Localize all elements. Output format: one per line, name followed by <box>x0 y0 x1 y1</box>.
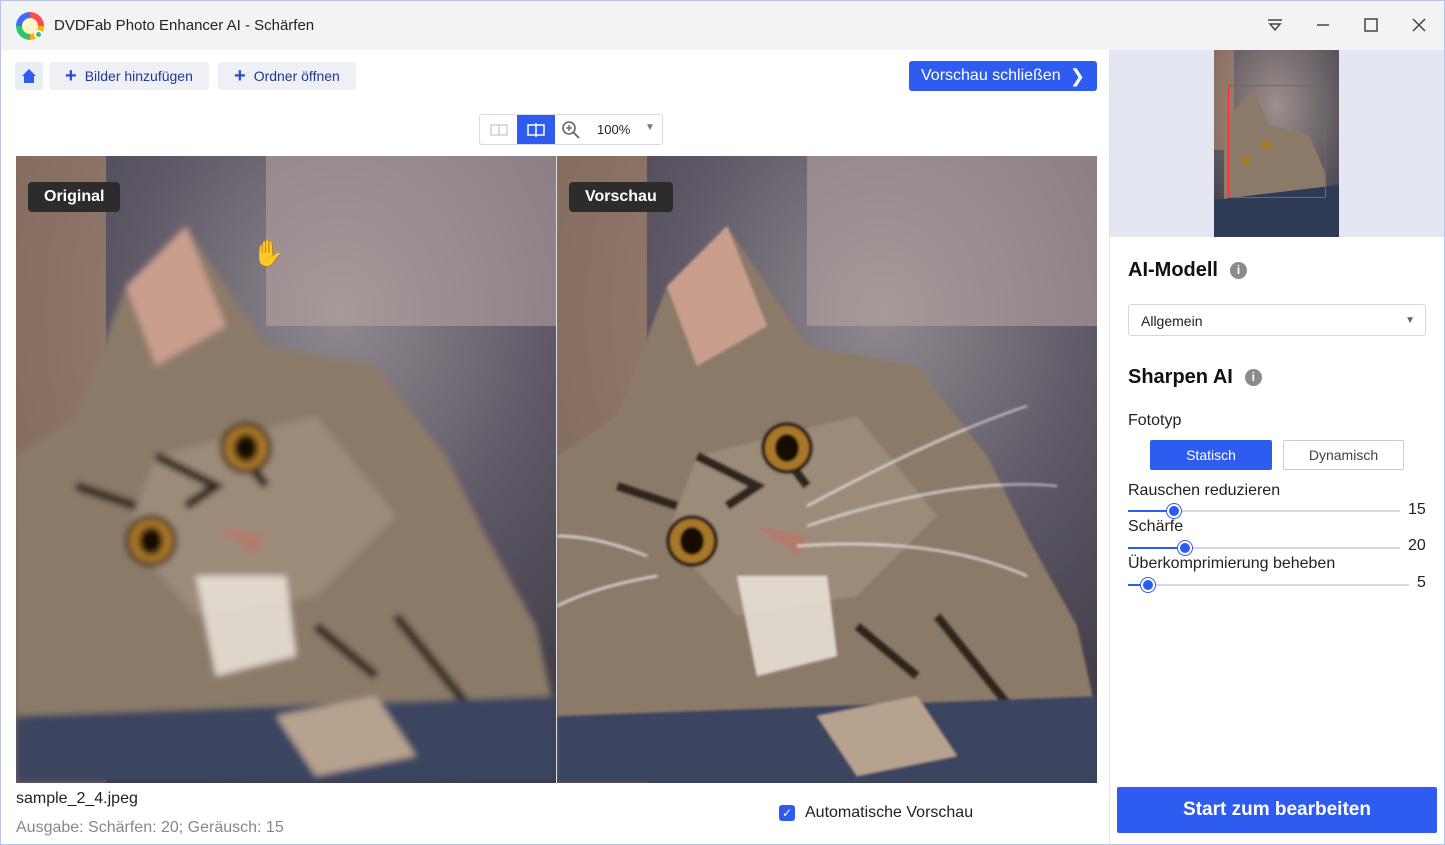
original-photo <box>16 156 556 783</box>
home-button[interactable] <box>15 62 43 90</box>
maximize-icon[interactable] <box>1357 11 1385 39</box>
ai-model-title-text: AI-Modell <box>1128 259 1218 281</box>
navigator <box>1110 50 1444 237</box>
close-icon[interactable] <box>1405 11 1433 39</box>
auto-preview-label: Automatische Vorschau <box>805 804 974 821</box>
photo-type-label: Fototyp <box>1128 412 1182 429</box>
minimize-icon[interactable] <box>1309 11 1337 39</box>
zoom-icon[interactable] <box>561 120 581 140</box>
info-icon[interactable]: i <box>1230 262 1247 280</box>
info-icon[interactable]: i <box>1244 369 1262 387</box>
dropdown-menu-icon[interactable] <box>1261 11 1289 39</box>
ai-model-select[interactable]: Allgemein ▼ <box>1128 304 1426 336</box>
window-title: DVDFab Photo Enhancer AI - Schärfen <box>54 17 315 34</box>
title-bar: DVDFab Photo Enhancer AI - Schärfen <box>1 1 1444 50</box>
compression-fix-value: 5 <box>1417 574 1426 591</box>
ai-model-title: AI-Modell i <box>1128 259 1247 282</box>
settings-panel: AI-Modell i Allgemein ▼ Sharpen AI i Fotot… <box>1109 50 1444 844</box>
chevron-right-icon: ❯ <box>1069 66 1085 86</box>
toolbar: + Bilder hinzufügen + Ordner öffnen Vors… <box>1 50 1109 104</box>
photo-type-static-button[interactable]: Statisch <box>1150 440 1272 470</box>
output-info: Ausgabe: Schärfen: 20; Geräusch: 15 <box>16 819 284 836</box>
open-folder-button[interactable]: + Ordner öffnen <box>218 62 356 90</box>
slider-handle[interactable] <box>1141 578 1155 592</box>
app-window: DVDFab Photo Enhancer AI - Schärfen + Bi… <box>0 0 1445 845</box>
sharpness-slider[interactable] <box>1128 541 1400 555</box>
sharpen-title: Sharpen AI i <box>1128 366 1262 389</box>
file-name: sample_2_4.jpeg <box>16 790 138 807</box>
sharpness-value: 20 <box>1408 537 1426 554</box>
single-view-icon <box>490 124 507 135</box>
zoom-level[interactable]: 100% <box>597 122 630 137</box>
noise-reduce-slider[interactable] <box>1128 504 1400 518</box>
add-images-label: Bilder hinzufügen <box>84 68 193 84</box>
photo-type-dynamic-button[interactable]: Dynamisch <box>1283 440 1404 470</box>
navigator-thumbnail[interactable] <box>1214 50 1339 237</box>
single-view-button[interactable] <box>480 115 517 144</box>
add-images-button[interactable]: + Bilder hinzufügen <box>49 62 209 90</box>
zoom-dropdown-icon[interactable]: ▼ <box>645 122 655 133</box>
noise-reduce-label: Rauschen reduzieren <box>1128 482 1281 499</box>
sharpness-label: Schärfe <box>1128 518 1184 535</box>
preview-photo <box>557 156 1097 783</box>
open-folder-label: Ordner öffnen <box>253 68 340 84</box>
slider-fill <box>1128 547 1185 549</box>
noise-reduce-value: 15 <box>1408 501 1426 518</box>
slider-handle[interactable] <box>1167 504 1181 518</box>
viewport-frame[interactable] <box>1228 85 1326 198</box>
split-view-icon <box>527 122 545 137</box>
original-label: Original <box>28 182 121 212</box>
slider-handle[interactable] <box>1178 541 1192 555</box>
compression-fix-label: Überkomprimierung beheben <box>1128 555 1336 572</box>
preview-label: Vorschau <box>569 182 673 212</box>
auto-preview-checkbox[interactable]: ✓ Automatische Vorschau <box>779 804 973 822</box>
app-logo-badge <box>34 30 43 39</box>
compression-fix-slider[interactable] <box>1128 578 1409 592</box>
home-icon <box>22 69 36 83</box>
close-preview-label: Vorschau schließen <box>921 67 1061 84</box>
split-view-button[interactable] <box>517 115 555 144</box>
chevron-down-icon: ▼ <box>1405 315 1415 326</box>
plus-icon: + <box>65 65 77 87</box>
ai-model-value: Allgemein <box>1141 313 1203 329</box>
preview-pane[interactable]: Vorschau <box>557 156 1097 783</box>
start-button[interactable]: Start zum bearbeiten <box>1117 787 1437 833</box>
close-preview-button[interactable]: Vorschau schließen ❯ <box>909 61 1097 91</box>
sharpen-title-text: Sharpen AI <box>1128 366 1233 388</box>
image-compare-area[interactable]: Original ✋ Vorschau <box>16 156 1097 783</box>
hand-cursor-icon: ✋ <box>252 238 285 268</box>
view-controls: 100% ▼ <box>479 114 663 145</box>
slider-track <box>1128 584 1409 586</box>
checkmark-icon[interactable]: ✓ <box>779 805 795 821</box>
original-pane[interactable]: Original ✋ <box>16 156 556 783</box>
plus-icon: + <box>234 65 246 87</box>
